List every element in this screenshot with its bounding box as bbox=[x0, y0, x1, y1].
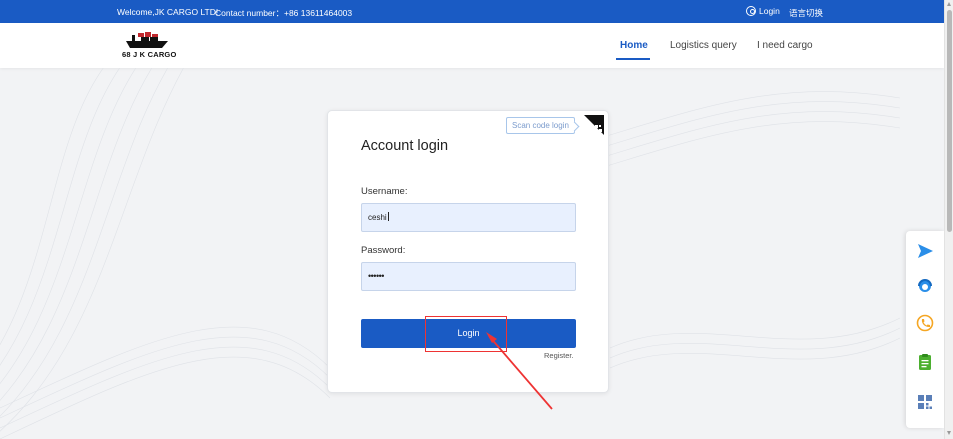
customer-service-icon[interactable] bbox=[916, 277, 934, 295]
nav-need-label: I need cargo bbox=[757, 40, 813, 51]
qr-code-icon[interactable] bbox=[916, 393, 934, 411]
logo[interactable]: 68 J K CARGO bbox=[122, 31, 182, 61]
nav-i-need-cargo[interactable]: I need cargo bbox=[757, 23, 813, 68]
top-login-link[interactable]: Login bbox=[746, 6, 780, 16]
nav-home[interactable]: Home bbox=[616, 23, 652, 68]
register-link[interactable]: Register. bbox=[544, 351, 574, 360]
scan-code-login-tip[interactable]: Scan code login bbox=[506, 117, 575, 134]
scroll-up-arrow-icon[interactable] bbox=[947, 2, 951, 6]
scroll-down-arrow-icon[interactable] bbox=[947, 431, 951, 435]
language-switch[interactable]: 语言切换 bbox=[789, 7, 823, 19]
nav-home-label: Home bbox=[620, 40, 648, 51]
nav-active-underline bbox=[616, 58, 650, 60]
header: 68 J K CARGO Home Logistics query I need… bbox=[0, 23, 944, 68]
nav-logistics-label: Logistics query bbox=[670, 40, 737, 51]
user-icon bbox=[746, 6, 756, 16]
scroll-thumb[interactable] bbox=[947, 10, 952, 232]
ship-logo-icon bbox=[126, 32, 168, 48]
phone-icon[interactable] bbox=[916, 314, 934, 332]
password-label: Password: bbox=[361, 245, 406, 256]
password-field[interactable]: •••••• bbox=[361, 262, 576, 291]
qr-code-corner-icon[interactable] bbox=[584, 115, 604, 135]
top-login-label: Login bbox=[759, 6, 780, 16]
text-caret bbox=[387, 212, 389, 221]
floating-side-panel bbox=[906, 231, 944, 428]
password-value: •••••• bbox=[368, 271, 384, 281]
contact-number: Contact number：+86 13611464003 bbox=[215, 8, 353, 18]
page-scrollbar[interactable] bbox=[944, 0, 953, 439]
clipboard-icon[interactable] bbox=[916, 353, 934, 371]
logo-text: 68 J K CARGO bbox=[122, 50, 177, 59]
welcome-text: Welcome,JK CARGO LTD! bbox=[117, 7, 219, 17]
top-bar: Welcome,JK CARGO LTD! Contact number：+86… bbox=[0, 0, 944, 23]
nav-logistics-query[interactable]: Logistics query bbox=[670, 23, 737, 68]
highlight-box bbox=[425, 316, 507, 352]
username-label: Username: bbox=[361, 186, 408, 197]
username-field[interactable]: ceshi bbox=[361, 203, 576, 232]
send-icon[interactable] bbox=[916, 242, 934, 260]
username-value: ceshi bbox=[368, 213, 387, 222]
account-login-title: Account login bbox=[361, 138, 449, 154]
